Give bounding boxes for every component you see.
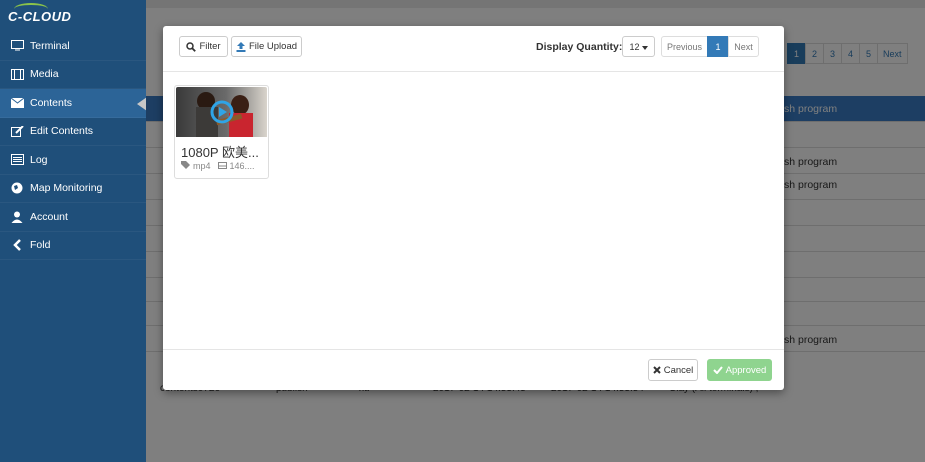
sidebar-item-terminal[interactable]: Terminal bbox=[0, 32, 146, 61]
next-page-button[interactable]: Next bbox=[728, 36, 759, 57]
filter-label: Filter bbox=[199, 41, 221, 52]
film-icon bbox=[10, 68, 24, 80]
envelope-icon bbox=[10, 97, 24, 109]
current-page-button[interactable]: 1 bbox=[707, 36, 729, 57]
modal-pagination: Previous 1 Next bbox=[661, 36, 759, 57]
display-quantity-value: 12 bbox=[629, 41, 640, 52]
check-icon bbox=[712, 366, 723, 374]
user-icon bbox=[10, 211, 24, 223]
media-size: 146.... bbox=[229, 161, 255, 171]
filter-button[interactable]: Filter bbox=[179, 36, 228, 57]
sidebar-item-label: Edit Contents bbox=[30, 125, 94, 138]
sidebar-item-label: Log bbox=[30, 153, 48, 166]
hdd-icon bbox=[217, 161, 227, 171]
cancel-label: Cancel bbox=[663, 364, 694, 376]
display-quantity-select[interactable]: 12 bbox=[622, 36, 655, 57]
approved-label: Approved bbox=[725, 364, 767, 376]
search-icon bbox=[186, 41, 197, 52]
monitor-icon bbox=[10, 40, 24, 52]
sidebar-item-label: Fold bbox=[30, 239, 51, 252]
sidebar-item-edit-contents[interactable]: Edit Contents bbox=[0, 118, 146, 146]
sidebar-item-account[interactable]: Account bbox=[0, 203, 146, 232]
cloud-arc-icon bbox=[14, 3, 48, 15]
media-select-modal: Filter File Upload Display Quantity: 12 … bbox=[163, 26, 784, 390]
cancel-button[interactable]: Cancel bbox=[648, 359, 698, 381]
sidebar-item-label: Terminal bbox=[30, 39, 70, 52]
list-icon bbox=[10, 154, 24, 166]
approved-button[interactable]: Approved bbox=[707, 359, 772, 381]
globe-icon bbox=[10, 182, 24, 194]
modal-header: Filter File Upload Display Quantity: 12 … bbox=[163, 26, 784, 72]
file-upload-button[interactable]: File Upload bbox=[231, 36, 302, 57]
close-icon bbox=[652, 366, 661, 374]
media-title: 1080P 欧美... bbox=[181, 145, 259, 160]
modal-body: 1080P 欧美... mp4 146.... bbox=[163, 72, 784, 349]
tag-icon bbox=[181, 161, 190, 171]
media-type: mp4 bbox=[193, 161, 211, 171]
media-thumbnail bbox=[176, 87, 267, 137]
chevron-left-icon bbox=[10, 239, 24, 252]
sidebar-item-fold[interactable]: Fold bbox=[0, 232, 146, 260]
sidebar-item-map-monitoring[interactable]: Map Monitoring bbox=[0, 175, 146, 203]
sidebar: C-CLOUD Terminal Media Contents Edit Con… bbox=[0, 0, 147, 462]
sidebar-item-label: Media bbox=[30, 68, 59, 81]
sidebar-item-label: Contents bbox=[30, 96, 73, 109]
sidebar-item-contents[interactable]: Contents bbox=[0, 89, 147, 118]
sidebar-item-log[interactable]: Log bbox=[0, 146, 146, 175]
edit-icon bbox=[10, 125, 24, 137]
modal-footer: Cancel Approved bbox=[163, 349, 784, 390]
sidebar-item-media[interactable]: Media bbox=[0, 61, 146, 89]
upload-icon bbox=[236, 41, 246, 52]
media-meta: mp4 146.... bbox=[181, 161, 255, 171]
file-upload-label: File Upload bbox=[248, 41, 298, 52]
sidebar-item-label: Account bbox=[30, 210, 68, 223]
sidebar-item-label: Map Monitoring bbox=[30, 182, 103, 195]
display-quantity-label: Display Quantity: bbox=[536, 41, 623, 53]
previous-page-button[interactable]: Previous bbox=[661, 36, 708, 57]
logo: C-CLOUD bbox=[0, 0, 146, 32]
media-card[interactable]: 1080P 欧美... mp4 146.... bbox=[174, 85, 269, 179]
caret-down-icon bbox=[641, 42, 648, 52]
